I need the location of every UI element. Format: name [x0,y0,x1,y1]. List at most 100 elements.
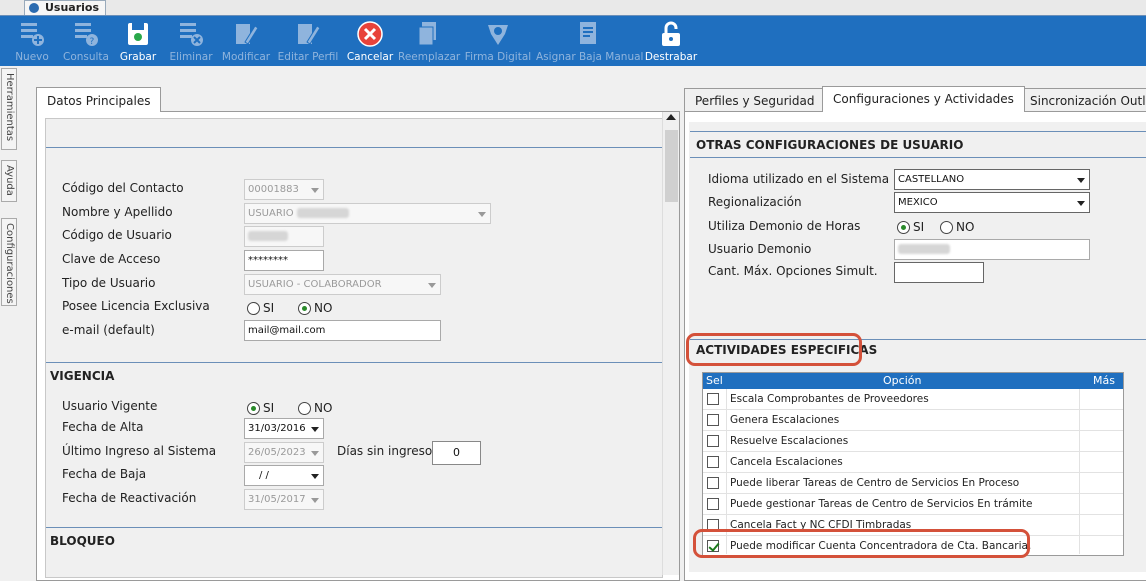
edit-label: Modificar [221,51,271,63]
signature-icon [488,25,508,45]
daemon-user-label: Usuario Demonio [708,242,812,256]
vertical-scrollbar[interactable] [662,112,679,575]
email-field[interactable]: mail@mail.com [244,320,441,341]
active-no-radio[interactable] [298,402,311,415]
last-login-label: Último Ingreso al Sistema [62,444,217,458]
scroll-thumb[interactable] [665,130,678,202]
delete-icon [180,23,203,46]
chevron-down-icon [1077,178,1085,183]
activity-row[interactable]: Resuelve Escalaciones [703,431,1123,452]
window-tab-title: Usuarios [45,1,100,14]
activity-checkbox[interactable] [707,498,719,510]
tab-perfiles-seguridad[interactable]: Perfiles y Seguridad [684,88,826,112]
query-icon: ? [75,23,98,47]
end-date-field[interactable]: / / [244,465,324,486]
delete-button[interactable]: Eliminar [166,16,216,66]
activity-row[interactable]: Puede liberar Tareas de Centro de Servic… [703,473,1123,494]
chevron-down-icon [311,188,319,193]
edit-icon [236,24,259,45]
email-label: e-mail (default) [62,323,155,337]
side-tab-herramientas[interactable]: Herramientas [1,68,17,150]
edit-profile-label: Editar Perfil [277,51,339,63]
assign-manual-button[interactable]: Asignar Baja Manual [536,16,644,66]
password-field[interactable]: ******** [244,250,324,271]
new-button[interactable]: Nuevo [8,16,56,66]
cancel-button[interactable]: Cancelar [344,16,396,66]
unlock-label: Destrabar [644,51,698,63]
chevron-down-icon [311,427,319,432]
svg-text:?: ? [90,37,95,47]
max-options-field[interactable] [894,262,984,283]
max-options-label: Cant. Máx. Opciones Simult. [708,264,878,278]
side-tab-ayuda[interactable]: Ayuda [1,160,17,202]
delete-label: Eliminar [169,51,213,63]
replace-button[interactable]: Reemplazar [398,16,460,66]
divider [46,362,662,363]
user-type-field[interactable]: USUARIO - COLABORADOR [244,274,441,295]
save-button[interactable]: Grabar [116,16,160,66]
license-si-radio[interactable] [247,302,260,315]
chevron-down-icon [428,283,436,288]
reactivation-date-field[interactable]: 31/05/2017 [244,489,324,510]
replace-icon [418,22,436,46]
contact-code-label: Código del Contacto [62,181,184,195]
scroll-up-icon[interactable] [666,114,676,120]
digital-signature-button[interactable]: Firma Digital [464,16,532,66]
user-type-label: Tipo de Usuario [62,276,156,290]
edit-profile-icon [298,24,321,45]
user-code-field[interactable] [244,226,324,247]
query-label: Consulta [62,51,109,63]
activity-row[interactable]: Escala Comprobantes de Proveedores [703,389,1123,410]
last-login-field[interactable]: 26/05/2023 [244,442,324,463]
side-tab-configuraciones[interactable]: Configuraciones [1,218,17,306]
regional-select[interactable]: MEXICO [894,192,1090,213]
datos-principales-form: Código del Contacto 00001883 Nombre y Ap… [45,118,663,578]
start-date-field[interactable]: 31/03/2016 [244,418,324,439]
edit-button[interactable]: Modificar [220,16,272,66]
daemon-user-field[interactable] [894,239,1090,260]
unlock-button[interactable]: Destrabar [644,16,698,66]
activity-checkbox[interactable] [707,393,719,405]
cancel-icon [357,21,383,47]
user-code-label: Código de Usuario [62,228,172,242]
daemon-no-label: NO [956,220,975,234]
query-button[interactable]: ? Consulta [60,16,112,66]
activity-checkbox[interactable] [707,477,719,489]
highlight-box [693,529,1030,558]
daemon-no-radio[interactable] [940,221,953,234]
daemon-si-radio[interactable] [897,221,910,234]
language-select[interactable]: CASTELLANO [894,169,1090,190]
tab-configuraciones-actividades[interactable]: Configuraciones y Actividades [822,86,1025,112]
days-without-login-label: Días sin ingreso [337,444,433,458]
name-field[interactable]: USUARIO [244,203,491,224]
app-icon [29,3,39,13]
activity-checkbox[interactable] [707,435,719,447]
active-si-radio[interactable] [247,402,260,415]
divider [46,147,662,148]
redacted-text [296,208,349,218]
chevron-down-icon [478,212,486,217]
activity-row[interactable]: Genera Escalaciones [703,410,1123,431]
contact-code-field[interactable]: 00001883 [244,179,324,200]
bloqueo-title: BLOQUEO [50,534,115,548]
days-without-login-field[interactable]: 0 [432,441,481,465]
header-opcion[interactable]: Opción [883,373,921,389]
activity-checkbox[interactable] [707,414,719,426]
divider [690,131,1146,132]
tab-sincronizacion[interactable]: Sincronización Outlo [1019,88,1146,112]
activity-checkbox[interactable] [707,456,719,468]
edit-profile-button[interactable]: Editar Perfil [276,16,340,66]
otras-config-title: OTRAS CONFIGURACIONES DE USUARIO [696,138,964,152]
active-si-label: SI [263,401,275,415]
assign-manual-label: Asignar Baja Manual [536,51,644,63]
activity-row[interactable]: Puede gestionar Tareas de Centro de Serv… [703,494,1123,515]
activity-row[interactable]: Cancela Escalaciones [703,452,1123,473]
chevron-down-icon [1077,201,1085,206]
chevron-down-icon [311,498,319,503]
header-mas: Más [1093,374,1115,387]
name-label: Nombre y Apellido [62,205,173,219]
redacted-text [248,231,288,241]
tab-datos-principales[interactable]: Datos Principales [36,87,162,112]
window-tab[interactable]: Usuarios [24,0,107,15]
license-no-radio[interactable] [298,302,311,315]
